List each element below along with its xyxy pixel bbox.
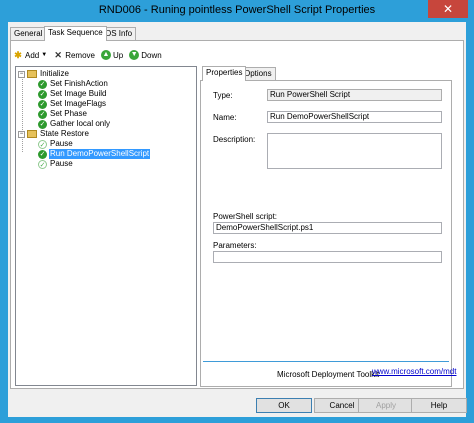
- mdt-link[interactable]: www.microsoft.com/mdt: [372, 367, 456, 376]
- tree-group-state-restore[interactable]: − State Restore: [18, 129, 90, 139]
- properties-window: RND006 - Runing pointless PowerShell Scr…: [0, 0, 474, 423]
- tab-general[interactable]: General: [10, 27, 47, 40]
- up-button[interactable]: ▲ Up: [100, 50, 124, 60]
- tree-item-label: Initialize: [40, 69, 69, 78]
- tree-item-label: Gather local only: [50, 119, 111, 128]
- tree-item-selected[interactable]: ✓ Run DemoPowerShellScript: [38, 149, 151, 159]
- help-button[interactable]: Help: [411, 398, 467, 413]
- down-label: Down: [141, 50, 162, 60]
- tree-group-initialize[interactable]: − Initialize: [18, 69, 70, 79]
- tree-item-label: Run DemoPowerShellScript: [49, 149, 151, 159]
- check-icon: ✓: [38, 149, 47, 159]
- properties-panel: Type: Run PowerShell Script Name: Run De…: [200, 80, 456, 387]
- chevron-down-icon: ▼: [41, 52, 48, 58]
- name-label: Name:: [213, 113, 237, 122]
- collapse-icon[interactable]: −: [18, 70, 25, 78]
- remove-button[interactable]: ✕ Remove: [53, 50, 95, 60]
- disabled-check-icon: ✓: [38, 139, 47, 149]
- check-icon: ✓: [38, 99, 47, 109]
- tree-item[interactable]: ✓ Pause: [38, 159, 74, 169]
- tree-item[interactable]: ✓ Set FinishAction: [38, 79, 109, 89]
- tree-item[interactable]: ✓ Set Image Build: [38, 89, 107, 99]
- tree-item-label: Set ImageFlags: [50, 99, 107, 108]
- apply-button[interactable]: Apply: [358, 398, 414, 413]
- up-label: Up: [112, 50, 124, 60]
- check-icon: ✓: [38, 119, 47, 129]
- check-icon: ✓: [38, 79, 47, 89]
- task-toolbar: ✱ Add ▼ ✕ Remove ▲ Up ▼ Down: [13, 47, 168, 63]
- remove-label: Remove: [65, 50, 95, 60]
- window-title: RND006 - Runing pointless PowerShell Scr…: [98, 4, 376, 16]
- arrow-down-icon: ▼: [129, 50, 140, 60]
- powershell-script-label: PowerShell script:: [213, 212, 278, 221]
- footer-separator: [203, 361, 449, 362]
- close-button[interactable]: ✕: [428, 0, 468, 18]
- arrow-up-icon: ▲: [100, 50, 111, 60]
- parameters-label: Parameters:: [213, 241, 257, 250]
- tree-item-label: Set FinishAction: [50, 79, 108, 88]
- tree-item-label: Set Image Build: [50, 89, 107, 98]
- ok-button[interactable]: OK: [256, 398, 312, 413]
- disabled-check-icon: ✓: [38, 159, 47, 169]
- check-icon: ✓: [38, 109, 47, 119]
- add-button[interactable]: ✱ Add ▼: [13, 50, 47, 60]
- title-bar[interactable]: RND006 - Runing pointless PowerShell Scr…: [0, 0, 474, 22]
- check-icon: ✓: [38, 89, 47, 99]
- tree-item[interactable]: ✓ Set ImageFlags: [38, 99, 107, 109]
- tree-connector: [22, 77, 23, 152]
- collapse-icon[interactable]: −: [18, 130, 25, 138]
- description-input[interactable]: [267, 133, 442, 169]
- folder-icon: [27, 70, 37, 78]
- tree-item-label: Pause: [50, 139, 73, 148]
- tree-item-label: Set Phase: [50, 109, 87, 118]
- name-input[interactable]: Run DemoPowerShellScript: [267, 111, 442, 123]
- add-label: Add: [25, 50, 40, 60]
- description-label: Description:: [213, 135, 256, 144]
- dialog-client: General Task Sequence OS Info ✱ Add ▼ ✕ …: [8, 22, 467, 417]
- step-properties: Properties Options Type: Run PowerShell …: [200, 66, 456, 387]
- tree-item[interactable]: ✓ Set Phase: [38, 109, 88, 119]
- powershell-script-input[interactable]: DemoPowerShellScript.ps1: [213, 222, 442, 234]
- tree-item-label: Pause: [50, 159, 73, 168]
- task-sequence-panel: ✱ Add ▼ ✕ Remove ▲ Up ▼ Down − Initializ…: [10, 40, 464, 389]
- folder-icon: [27, 130, 37, 138]
- down-button[interactable]: ▼ Down: [129, 50, 162, 60]
- tab-task-sequence[interactable]: Task Sequence: [44, 26, 107, 41]
- tree-item-label: State Restore: [40, 129, 89, 138]
- add-icon: ✱: [14, 50, 22, 60]
- tree-item[interactable]: ✓ Pause: [38, 139, 74, 149]
- type-field: Run PowerShell Script: [267, 89, 442, 101]
- task-sequence-tree[interactable]: − Initialize ✓ Set FinishAction ✓ Set Im…: [15, 66, 197, 386]
- type-label: Type:: [213, 91, 233, 100]
- tree-item[interactable]: ✓ Gather local only: [38, 119, 111, 129]
- remove-icon: ✕: [54, 50, 62, 60]
- parameters-input[interactable]: [213, 251, 442, 263]
- tab-properties[interactable]: Properties: [202, 66, 247, 81]
- mdt-footer-text: Microsoft Deployment Toolkit: [277, 370, 380, 379]
